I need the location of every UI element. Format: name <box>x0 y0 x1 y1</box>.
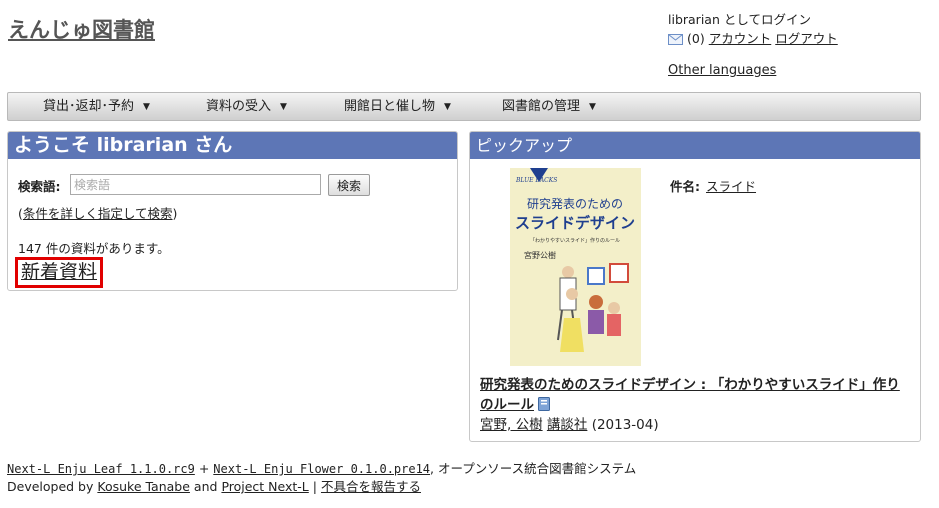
nav-admin-menu[interactable]: 図書館の管理 ▼ <box>502 93 596 120</box>
caret-down-icon: ▼ <box>444 102 451 112</box>
nav-circulation-menu[interactable]: 貸出･返却･予約 ▼ <box>43 93 150 120</box>
mail-count: (0) <box>687 31 705 46</box>
developed-by-text: Developed by <box>7 479 94 494</box>
subject-link[interactable]: スライド <box>706 179 756 194</box>
subject-line: 件名: スライド <box>670 176 756 195</box>
pickup-heading: ピックアップ <box>470 132 920 159</box>
author-credit-link[interactable]: Kosuke Tanabe <box>97 479 190 494</box>
new-items-link[interactable]: 新着資料 <box>15 257 104 288</box>
nav-label: 開館日と催し物 <box>344 99 436 114</box>
cover-author: 宮野公樹 <box>524 250 556 260</box>
report-bug-link[interactable]: 不具合を報告する <box>321 479 421 494</box>
project-link[interactable]: Project Next-L <box>221 479 308 494</box>
footer-separator: | <box>312 479 317 494</box>
nav-label: 貸出･返却･予約 <box>43 99 135 114</box>
book-cover-image[interactable]: BLUE BACKS 研究発表のための スライドデザイン 「わかりやすいスライド… <box>510 168 641 366</box>
paren-close: ) <box>172 206 178 221</box>
nav-label: 図書館の管理 <box>502 99 581 114</box>
user-area: librarian としてログイン (0) アカウント ログアウト <box>668 10 838 48</box>
search-label: 検索語: <box>18 179 61 194</box>
mail-icon[interactable] <box>668 31 683 45</box>
cover-subtitle: 「わかりやすいスライド」作りのルール <box>530 237 620 244</box>
welcome-panel: ようこそ librarian さん 検索語: 検索 (条件を詳しく指定して検索)… <box>7 131 458 291</box>
book-meta: 宮野, 公樹 講談社 (2013-04) <box>480 413 659 433</box>
author-link[interactable]: 宮野, 公樹 <box>480 417 543 433</box>
enju-flower-link[interactable]: Next-L Enju Flower 0.1.0.pre14 <box>213 462 430 476</box>
footer: Next-L Enju Leaf 1.1.0.rc9 + Next-L Enju… <box>7 460 636 496</box>
logout-link[interactable]: ログアウト <box>775 29 838 48</box>
login-status: librarian としてログイン <box>668 12 811 27</box>
welcome-heading: ようこそ librarian さん <box>8 132 457 159</box>
other-languages-link[interactable]: Other languages <box>668 63 776 78</box>
pickup-panel: ピックアップ BLUE BACKS 研究発表のための スライドデザイン 「わかり… <box>469 131 921 442</box>
main-navbar: 貸出･返却･予約 ▼ 資料の受入 ▼ 開館日と催し物 ▼ 図書館の管理 ▼ <box>7 92 921 121</box>
book-icon <box>538 397 550 411</box>
nav-label: 資料の受入 <box>206 99 272 114</box>
cover-title-1: 研究発表のための <box>527 196 623 211</box>
caret-down-icon: ▼ <box>589 102 596 112</box>
cover-title-2: スライドデザイン <box>515 214 635 232</box>
publisher-link[interactable]: 講談社 <box>547 417 588 433</box>
advanced-search-link[interactable]: 条件を詳しく指定して検索 <box>23 206 173 221</box>
publish-date: (2013-04) <box>591 417 659 433</box>
enju-leaf-link[interactable]: Next-L Enju Leaf 1.1.0.rc9 <box>7 462 195 476</box>
item-count-text: 147 件の資料があります。 <box>18 241 170 256</box>
footer-plus: + <box>198 461 210 476</box>
nav-acquisition-menu[interactable]: 資料の受入 ▼ <box>206 93 287 120</box>
search-button[interactable]: 検索 <box>328 174 370 196</box>
site-title-link[interactable]: えんじゅ図書館 <box>8 14 155 44</box>
nav-events-menu[interactable]: 開館日と催し物 ▼ <box>344 93 451 120</box>
cover-series: BLUE BACKS <box>515 177 557 184</box>
book-title-block: 研究発表のためのスライドデザイン : 「わかりやすいスライド」作りのルール <box>480 375 912 415</box>
account-link[interactable]: アカウント <box>709 29 772 48</box>
caret-down-icon: ▼ <box>143 102 150 112</box>
search-input[interactable] <box>70 174 321 195</box>
footer-system-text: , オープンソース統合図書館システム <box>430 461 637 476</box>
subject-label: 件名: <box>670 179 700 194</box>
and-text: and <box>193 479 218 494</box>
advanced-search: (条件を詳しく指定して検索) <box>18 203 177 222</box>
caret-down-icon: ▼ <box>280 102 287 112</box>
